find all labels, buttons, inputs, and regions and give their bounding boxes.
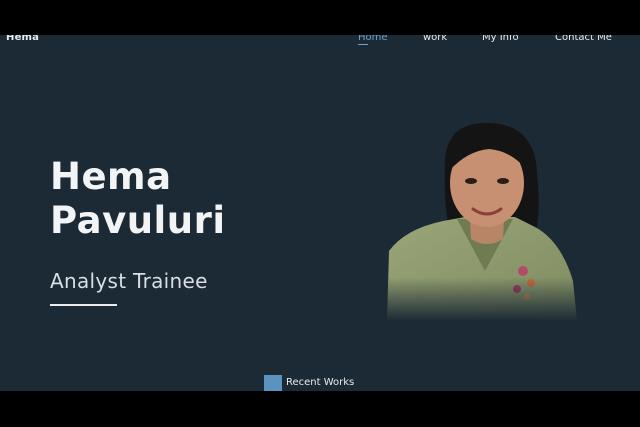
nav-work[interactable]: work [423,35,447,43]
hero-first-name: Hema [50,155,172,198]
video-letterbox-top [0,0,640,35]
profile-photo [385,121,577,321]
recent-works-label: Recent Works [286,377,355,388]
nav-contact-me[interactable]: Contact Me [555,35,612,43]
portfolio-page: Hema Home work My Info Contact Me Hema P… [0,35,640,391]
hero-role: Analyst Trainee [50,269,208,293]
role-underline [50,304,117,306]
video-letterbox-bottom [0,391,640,427]
nav-home[interactable]: Home [358,35,388,43]
nav-my-info[interactable]: My Info [482,35,519,43]
hero-last-name: Pavuluri [50,199,226,242]
recent-works-square-icon [264,375,282,391]
nav-active-indicator [358,44,368,45]
hero-name: Hema Pavuluri [50,155,226,243]
main-nav: Home work My Info Contact Me [0,35,640,48]
